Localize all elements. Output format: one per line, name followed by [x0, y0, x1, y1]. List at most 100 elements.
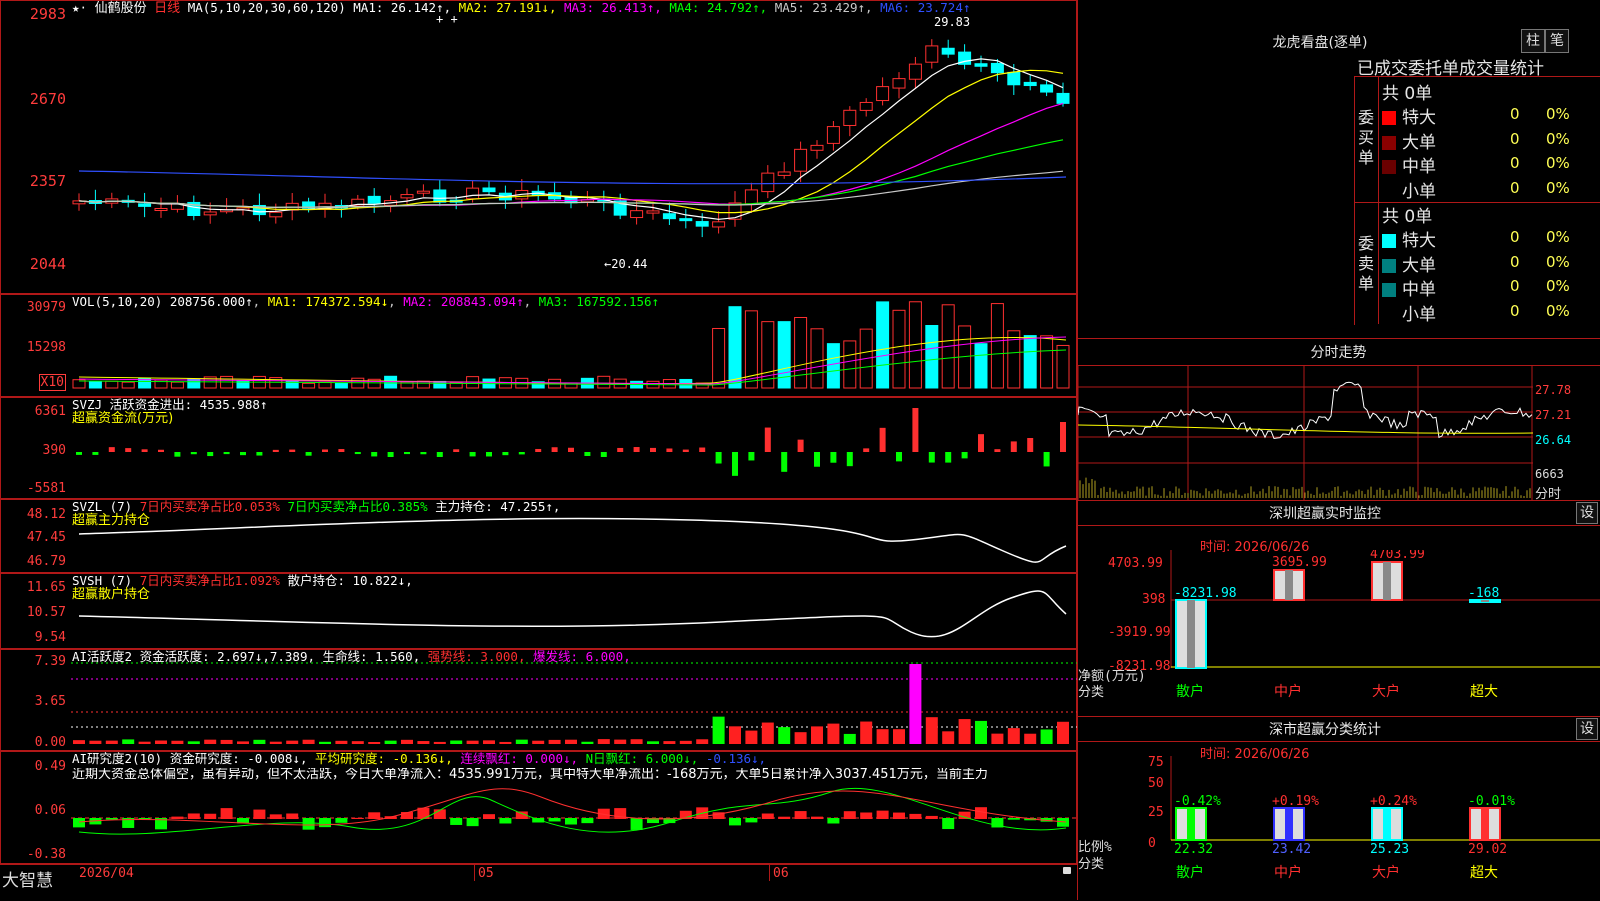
szcls-change: -0.01% [1468, 794, 1515, 809]
brand-label: 大智慧 [2, 871, 53, 891]
svzl-header: SVZL (7) 7日内买卖净占比0.053% 7日内买卖净占比0.385% 主… [72, 500, 560, 528]
color-swatch [1382, 258, 1396, 273]
candlestick-chart[interactable] [71, 1, 1077, 293]
fund-flow-bar [108, 447, 115, 452]
fund-flow-bar [945, 452, 952, 463]
stock-name[interactable]: 仙鹤股份 [95, 1, 147, 16]
activity-bar [614, 739, 627, 744]
candle-body [1056, 92, 1070, 104]
research-bar [138, 818, 151, 820]
fund-flow-bar [568, 447, 574, 452]
svsh-axis: 11.65 10.57 9.54 [0, 573, 70, 649]
research-bar [975, 807, 987, 819]
candle-body [679, 218, 693, 222]
plus-marks: + + [436, 12, 458, 26]
activity-bar [302, 739, 315, 744]
color-swatch [1382, 234, 1396, 248]
candle-body [925, 45, 939, 63]
research-bar [925, 815, 938, 819]
ai-activity-tick: 7.39 [34, 654, 66, 669]
fund-flow-bar [896, 452, 902, 462]
ai-activity-pane[interactable] [0, 649, 1077, 751]
color-swatch [1382, 160, 1396, 174]
volume-bar [728, 306, 742, 389]
ai-activity-axis: 7.39 3.65 0.00 [0, 649, 70, 751]
szcls-chart[interactable]: 75 50 25 0 -0.42% 22.32 散户 +0.19% 23.42 中户 +0.24% 2… [1078, 756, 1600, 900]
activity-bar [975, 720, 987, 744]
szcls-settings-button[interactable]: 设 [1576, 718, 1598, 740]
volume-chart[interactable] [71, 295, 1077, 396]
volume-bar [1056, 344, 1070, 389]
order-pct: 0% [1546, 228, 1570, 246]
buy-row-3: 小单 [1382, 177, 1436, 202]
order-count: 0 [1510, 228, 1520, 246]
candle-body [138, 203, 152, 207]
fund-flow-bar [994, 449, 1001, 452]
ai-activity-chart[interactable] [71, 650, 1077, 750]
svsh-tick: 10.57 [26, 605, 66, 620]
volume-bar [88, 381, 102, 389]
price-tick: 2357 [29, 172, 66, 190]
activity-bar [663, 741, 676, 744]
szmon-settings-button[interactable]: 设 [1576, 502, 1598, 524]
candle-body [662, 213, 676, 220]
fund-flow-bar [207, 452, 214, 457]
szmon-ylabel: 净额(万元) [1078, 669, 1146, 684]
order-count: 0 [1510, 105, 1520, 123]
candle-body [203, 211, 217, 216]
research-bar [1057, 818, 1069, 827]
fund-flow-bar [76, 452, 82, 455]
order-label: 特大 [1402, 108, 1436, 128]
candle-body [416, 190, 430, 194]
svsh-hold: 散户持仓: 10.822↓, [287, 573, 413, 588]
x10-badge[interactable]: X10 [38, 374, 66, 391]
candle-body [777, 171, 791, 176]
activity-bar [122, 739, 135, 744]
date-axis: 大智慧 2026/04 05 06 [0, 864, 1077, 901]
ai-activity-a2: 生命线: 1.560, [322, 649, 421, 664]
candle-body [695, 221, 709, 227]
candle-body [712, 221, 726, 228]
ma-value-5: MA5: 23.429↑, [767, 0, 873, 15]
order-label: 小单 [1402, 181, 1436, 202]
activity-bar [729, 726, 741, 744]
szmon-chart[interactable]: 4703.99398-3919.99-8231.98-8231.983695.9… [1078, 550, 1600, 715]
ai-research-header: AI研究度2(10) 资金研究度: -0.008↓, 平均研究度: -0.136… [72, 752, 1072, 782]
fund-flow-bar [92, 452, 99, 455]
tick-mode-button[interactable]: 笔 [1545, 29, 1569, 53]
bar-mode-button[interactable]: 柱 [1521, 29, 1545, 53]
szmon-value: -8231.98 [1174, 586, 1237, 601]
ma-value-4: MA4: 24.792↑, [661, 0, 768, 15]
candle-body [482, 187, 496, 193]
activity-bar [73, 740, 85, 744]
minute-chart[interactable] [1078, 365, 1533, 500]
candle-body [843, 109, 857, 126]
candle-body [974, 63, 988, 67]
activity-bar [171, 740, 184, 744]
szcls-bar-fill [1187, 808, 1195, 840]
activity-bar [384, 740, 397, 744]
period-label[interactable]: 日线 [154, 1, 180, 16]
ai-research-b5: -0.136↓, [705, 751, 767, 766]
activity-bar [286, 740, 299, 744]
lock-icon[interactable] [1063, 867, 1071, 874]
volume-pane[interactable] [0, 294, 1077, 397]
activity-bar [925, 717, 938, 744]
activity-bar [483, 740, 495, 744]
fund-flow-bar [289, 449, 296, 452]
svzl-subtitle: 超赢主力持仓 [72, 513, 151, 528]
ma-header: ★· 仙鹤股份 日线 MA(5,10,20,30,60,120) MA1: 26… [72, 1, 970, 16]
order-pct: 0% [1546, 301, 1570, 320]
research-bar [351, 817, 364, 819]
research-bar [1007, 818, 1020, 820]
ai-research-axis: 0.49 0.06 -0.38 [0, 751, 70, 864]
kline-pane[interactable] [0, 0, 1077, 294]
divider [474, 865, 475, 881]
activity-bar [155, 740, 167, 744]
svsh-ratio: 7日内买卖净占比1.092% [139, 573, 280, 588]
activity-bar [647, 741, 659, 744]
szcls-category: 大户 [1372, 864, 1400, 881]
candle-body [859, 101, 873, 111]
research-bar [729, 818, 741, 826]
activity-bar [515, 739, 528, 744]
